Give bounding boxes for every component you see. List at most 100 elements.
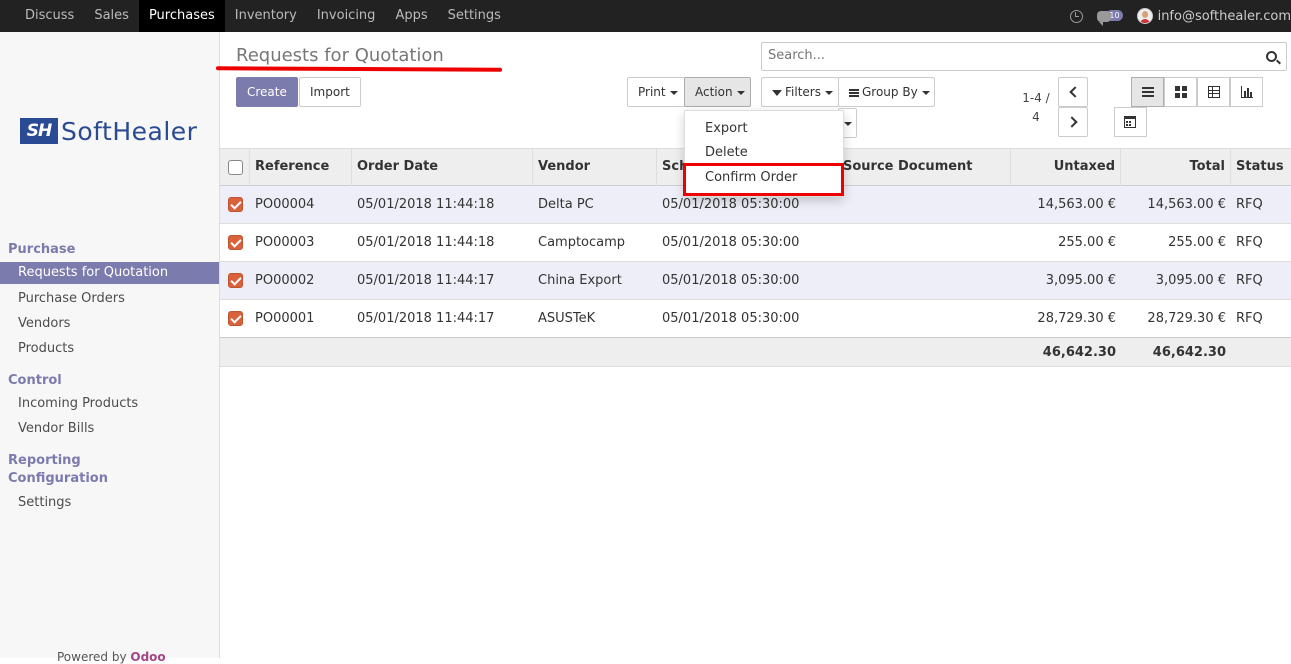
sidebar-section-purchase[interactable]: Purchase [8,242,75,257]
cell-status: RFQ [1236,235,1263,250]
menu-inventory[interactable]: Inventory [225,0,307,32]
cell-order-date: 05/01/2018 11:44:17 [357,311,495,326]
calendar-view-button[interactable] [1114,107,1147,137]
sidebar-item-requests-for-quotation[interactable]: Requests for Quotation [0,262,219,284]
user-menu[interactable]: info@softhealer.com [1158,9,1291,24]
pager-next-button[interactable] [1058,107,1088,137]
calendar-icon [1124,116,1136,128]
clock-icon[interactable] [1070,9,1084,23]
menu-apps[interactable]: Apps [385,0,437,32]
cell-status: RFQ [1236,311,1263,326]
chat-icon[interactable] [1097,10,1112,26]
sidebar-item-purchase-orders[interactable]: Purchase Orders [0,288,219,310]
cell-untaxed: 255.00 € [1058,235,1116,250]
top-navbar: Discuss Sales Purchases Inventory Invoic… [0,0,1291,32]
cell-total: 255.00 € [1168,235,1226,250]
column-order-date[interactable]: Order Date [352,149,533,186]
menu-settings[interactable]: Settings [438,0,511,32]
cell-reference: PO00004 [255,197,315,212]
cell-reference: PO00003 [255,235,315,250]
list-view-button[interactable] [1131,77,1164,107]
search-box [761,42,1287,71]
row-checkbox[interactable] [228,235,243,250]
cell-order-date: 05/01/2018 11:44:18 [357,197,495,212]
column-status[interactable]: Status [1231,149,1291,186]
kanban-view-button[interactable] [1164,77,1197,107]
row-checkbox[interactable] [228,311,243,326]
print-button[interactable]: Print [627,77,685,107]
cell-order-date: 05/01/2018 11:44:17 [357,273,495,288]
table-row[interactable]: PO00001 05/01/2018 11:44:17 ASUSTeK 05/0… [220,300,1291,338]
sidebar-item-settings[interactable]: Settings [0,492,219,514]
caret-down-icon [736,90,745,95]
odoo-link[interactable]: Odoo [130,650,165,664]
filters-label: Filters [785,85,821,99]
powered-by: Powered by Odoo [57,650,166,664]
total-untaxed: 46,642.30 [1042,345,1116,360]
search-icon[interactable] [1266,51,1277,62]
cell-untaxed: 28,729.30 € [1037,311,1116,326]
groupby-icon [849,88,859,97]
sidebar-item-vendors[interactable]: Vendors [0,313,219,335]
filters-button[interactable]: Filters [761,77,839,107]
groupby-button[interactable]: Group By [838,77,935,107]
print-label: Print [638,85,666,99]
annotation-underline [215,66,503,72]
pager-value[interactable]: 1-4 / 4 [1018,89,1054,127]
cell-order-date: 05/01/2018 11:44:18 [357,235,495,250]
cell-total: 28,729.30 € [1147,311,1226,326]
cell-scheduled-date: 05/01/2018 05:30:00 [662,235,800,250]
select-all-checkbox[interactable] [228,160,243,175]
sidebar-section-configuration[interactable]: Configuration [8,471,108,486]
menu-invoicing[interactable]: Invoicing [307,0,386,32]
action-export[interactable]: Export [705,121,748,136]
cell-untaxed: 14,563.00 € [1037,197,1116,212]
pivot-view-button[interactable] [1197,77,1230,107]
sidebar-item-products[interactable]: Products [0,338,219,360]
cell-untaxed: 3,095.00 € [1045,273,1116,288]
filter-icon [772,89,782,96]
graph-icon [1241,86,1253,98]
row-checkbox[interactable] [228,197,243,212]
caret-down-icon [844,121,852,126]
logo-mark: SH [20,118,58,144]
cell-scheduled-date: 05/01/2018 05:30:00 [662,311,800,326]
table-row[interactable]: PO00003 05/01/2018 11:44:18 Camptocamp 0… [220,224,1291,262]
sidebar-section-control[interactable]: Control [8,373,62,388]
pager-previous-button[interactable] [1058,77,1088,107]
company-logo: SH SoftHealer [20,116,197,146]
create-button[interactable]: Create [236,77,298,107]
menu-discuss[interactable]: Discuss [15,0,84,32]
cell-reference: PO00002 [255,273,315,288]
menu-sales[interactable]: Sales [84,0,139,32]
avatar[interactable] [1136,8,1153,24]
sidebar-item-vendor-bills[interactable]: Vendor Bills [0,418,219,440]
search-input[interactable] [768,48,1248,63]
chevron-right-icon [1066,116,1078,128]
app-menu: Discuss Sales Purchases Inventory Invoic… [0,0,511,32]
column-untaxed[interactable]: Untaxed [1011,149,1121,186]
caret-down-icon [824,90,833,95]
select-all-cell [220,149,250,186]
graph-view-button[interactable] [1230,77,1263,107]
cell-vendor: Camptocamp [538,235,626,250]
list-icon [1142,87,1154,97]
action-delete[interactable]: Delete [705,145,748,160]
powered-by-label: Powered by [57,650,127,664]
menu-purchases[interactable]: Purchases [138,0,225,32]
sidebar-item-incoming-products[interactable]: Incoming Products [0,393,219,415]
column-vendor[interactable]: Vendor [533,149,657,186]
import-button[interactable]: Import [299,77,361,107]
sidebar: SH SoftHealer Purchase Requests for Quot… [0,32,220,664]
column-reference[interactable]: Reference [250,149,352,186]
pivot-icon [1208,86,1220,98]
column-source-document[interactable]: Source Document [838,149,1011,186]
column-total[interactable]: Total [1121,149,1231,186]
action-button[interactable]: Action [684,77,751,107]
cell-total: 14,563.00 € [1147,197,1226,212]
sidebar-section-reporting[interactable]: Reporting [8,453,81,468]
table-row[interactable]: PO00002 05/01/2018 11:44:17 China Export… [220,262,1291,300]
row-checkbox[interactable] [228,273,243,288]
caret-down-icon [921,90,930,95]
caret-down-icon [669,90,678,95]
